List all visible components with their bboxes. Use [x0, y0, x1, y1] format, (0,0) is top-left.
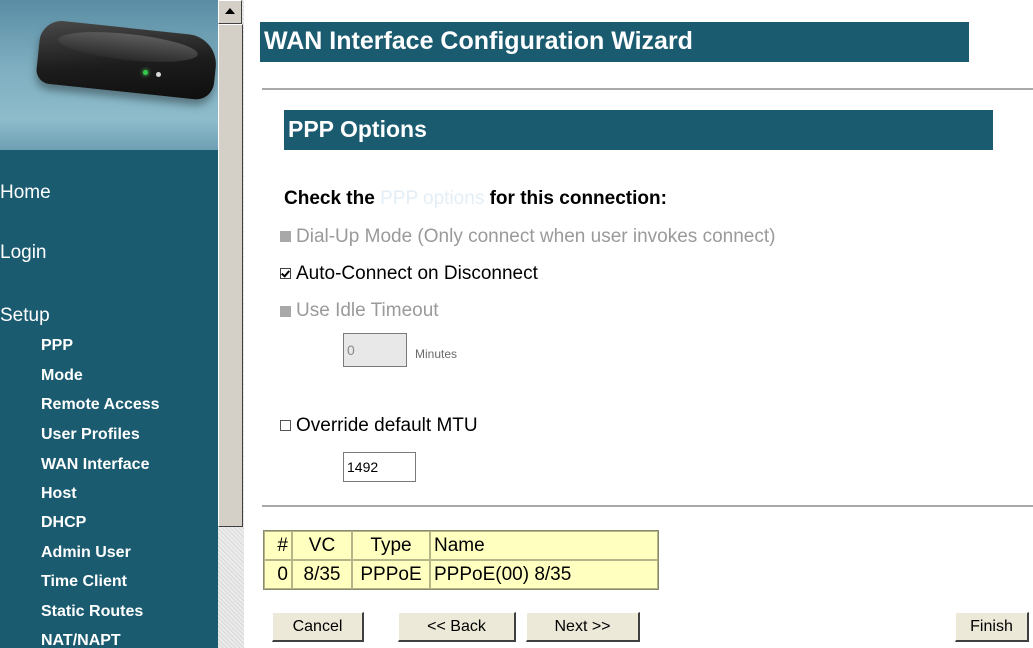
- dialup-mode-checkbox[interactable]: [280, 231, 291, 242]
- cell-type: PPPoE: [352, 560, 430, 589]
- router-image: [0, 0, 218, 150]
- ppp-options-link[interactable]: PPP options: [380, 188, 484, 209]
- nav-admin-user[interactable]: Admin User: [41, 544, 131, 562]
- col-vc: VC: [292, 531, 352, 560]
- sidebar: Home Login Setup PPP Mode Remote Access …: [0, 0, 218, 648]
- prompt-text-end: for this connection:: [484, 188, 667, 209]
- mtu-input[interactable]: [343, 452, 416, 482]
- override-mtu-checkbox[interactable]: [280, 420, 291, 431]
- page-title-bar: WAN Interface Configuration Wizard: [260, 22, 969, 62]
- nav-home[interactable]: Home: [0, 182, 51, 204]
- led-icon: [143, 70, 148, 75]
- section-title: PPP Options: [288, 116, 427, 142]
- connection-table: # VC Type Name 0 8/35 PPPoE PPPoE(00) 8/…: [263, 530, 659, 590]
- col-name: Name: [430, 531, 658, 560]
- table-header-row: # VC Type Name: [264, 531, 658, 560]
- nav-setup[interactable]: Setup: [0, 305, 50, 327]
- idle-timeout-input[interactable]: [343, 333, 407, 367]
- nav-user-profiles[interactable]: User Profiles: [41, 426, 140, 444]
- scroll-up-arrow-icon[interactable]: [218, 0, 242, 24]
- idle-timeout-checkbox[interactable]: [280, 306, 291, 317]
- instructions: Check the PPP options for this connectio…: [284, 188, 667, 210]
- back-button[interactable]: << Back: [398, 612, 516, 642]
- col-number: #: [264, 531, 292, 560]
- auto-connect-label: Auto-Connect on Disconnect: [296, 263, 538, 284]
- col-type: Type: [352, 531, 430, 560]
- next-button[interactable]: Next >>: [526, 612, 640, 642]
- table-row: 0 8/35 PPPoE PPPoE(00) 8/35: [264, 560, 658, 589]
- divider: [262, 505, 1033, 507]
- cell-vc: 8/35: [292, 560, 352, 589]
- finish-button[interactable]: Finish: [955, 612, 1029, 642]
- scrollbar-thumb[interactable]: [218, 24, 243, 527]
- nav-wan-interface[interactable]: WAN Interface: [41, 456, 149, 474]
- cell-name: PPPoE(00) 8/35: [430, 560, 658, 589]
- nav-mode[interactable]: Mode: [41, 367, 83, 385]
- nav-ppp[interactable]: PPP: [41, 337, 73, 355]
- page-title: WAN Interface Configuration Wizard: [264, 27, 693, 55]
- nav-remote-access[interactable]: Remote Access: [41, 396, 160, 414]
- nav-dhcp[interactable]: DHCP: [41, 514, 86, 532]
- dialup-mode-label: Dial-Up Mode (Only connect when user inv…: [296, 226, 776, 247]
- auto-connect-checkbox[interactable]: [280, 268, 291, 279]
- nav-login[interactable]: Login: [0, 242, 47, 264]
- led-icon: [156, 72, 161, 77]
- cancel-button[interactable]: Cancel: [272, 612, 364, 642]
- nav-host[interactable]: Host: [41, 485, 77, 503]
- nav-static-routes[interactable]: Static Routes: [41, 603, 143, 621]
- section-title-bar: PPP Options: [284, 110, 993, 150]
- nav-time-client[interactable]: Time Client: [41, 573, 127, 591]
- minutes-label: Minutes: [415, 347, 458, 361]
- cell-number: 0: [264, 560, 292, 589]
- override-mtu-label: Override default MTU: [296, 415, 478, 436]
- divider: [262, 88, 1033, 90]
- prompt-text: Check the: [284, 188, 381, 209]
- idle-timeout-label: Use Idle Timeout: [296, 300, 439, 321]
- nav-nat-napt[interactable]: NAT/NAPT: [41, 632, 121, 648]
